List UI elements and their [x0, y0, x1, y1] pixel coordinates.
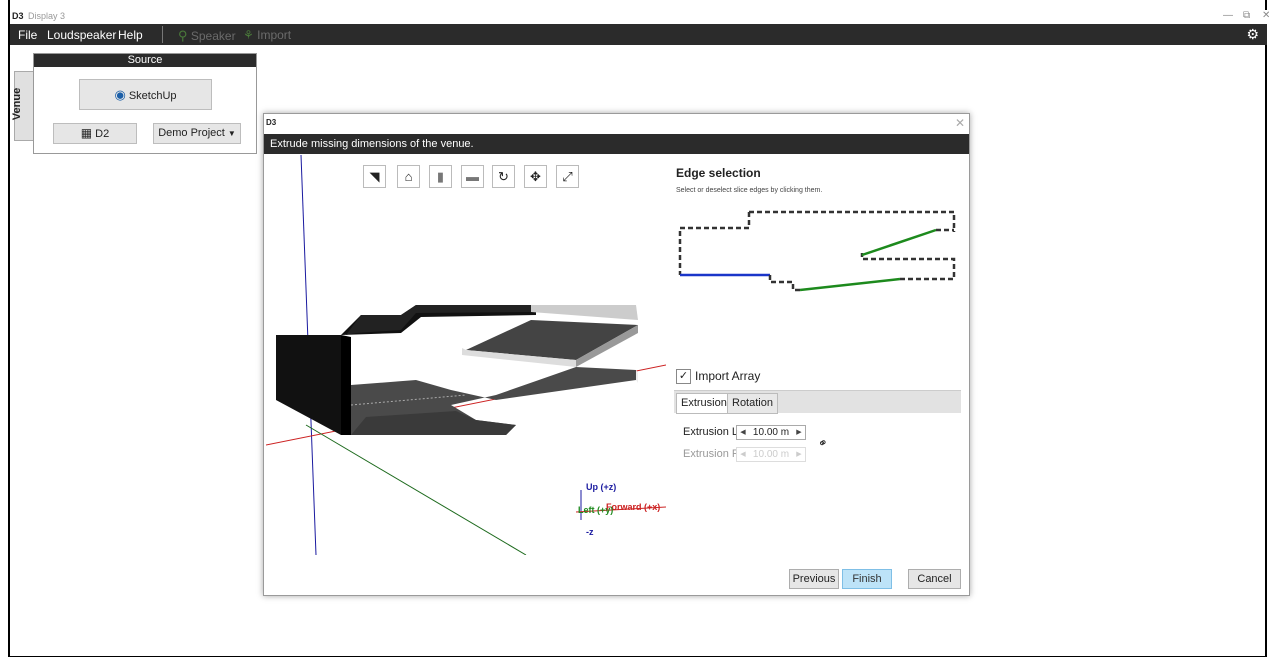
edge-slice-diagram[interactable] — [676, 204, 961, 304]
extrude-dialog: D3 ✕ Extrude missing dimensions of the v… — [263, 113, 970, 596]
sketchup-label: SketchUp — [128, 90, 177, 102]
import-array-label: Import Array — [695, 369, 761, 383]
link-icon[interactable]: ⚭ — [815, 434, 831, 451]
rotate-icon: ↻ — [498, 169, 509, 184]
gear-icon[interactable]: ⚙ — [1246, 26, 1259, 43]
source-header: Source — [34, 54, 256, 67]
increment-icon[interactable]: ▶ — [794, 426, 804, 439]
close-icon[interactable]: ✕ — [1262, 10, 1269, 21]
tab-bar: Extrusion Rotation — [674, 390, 961, 414]
edge-floor-green[interactable] — [799, 277, 901, 292]
floor-edge — [636, 370, 638, 383]
edge-selection-title: Edge selection — [676, 166, 761, 180]
tab-extrusion[interactable]: Extrusion — [676, 393, 732, 414]
dialog-logo: D3 — [266, 118, 277, 127]
extrusion-l-stepper[interactable]: ◀ 10.00 m ▶ — [736, 425, 806, 440]
menu-separator — [162, 26, 163, 43]
expand-icon: ⤢ — [562, 169, 573, 184]
speaker-label: Speaker — [190, 29, 236, 43]
dialog-header: Extrude missing dimensions of the venue. — [264, 134, 969, 154]
fit-button[interactable]: ⤢ — [556, 165, 579, 188]
extrusion-r-stepper[interactable]: ◀ 10.00 m ▶ — [736, 447, 806, 462]
move-icon: ✥ — [530, 169, 541, 184]
import-array-checkbox[interactable]: ✓ Import Array — [676, 369, 761, 385]
pan-button[interactable]: ✥ — [524, 165, 547, 188]
view-perspective-button[interactable]: ◥ — [363, 165, 386, 188]
dialog-titlebar: D3 ✕ — [264, 114, 969, 134]
menu-bar: File Loudspeaker Help ⚲ Speaker ⚘ Import… — [10, 24, 1267, 45]
edge-selection-subtitle: Select or deselect slice edges by clicki… — [676, 187, 823, 194]
view-side-button[interactable]: ▮ — [429, 165, 452, 188]
import-label: Import — [257, 28, 292, 42]
tab-rotation[interactable]: Rotation — [727, 393, 778, 414]
side-tab-label: Venue — [11, 87, 24, 121]
finish-button[interactable]: Finish — [842, 569, 892, 589]
d2-label: D2 — [95, 128, 110, 140]
menu-loudspeaker[interactable]: Loudspeaker — [47, 28, 116, 42]
restore-icon[interactable]: ⧉ — [1243, 10, 1250, 21]
title-bar: D3 Display 3 — ⧉ ✕ — [10, 10, 1269, 24]
project-select[interactable]: Demo Project ▼ — [153, 123, 241, 144]
back-wall — [531, 305, 638, 320]
extrusion-l-value[interactable]: 10.00 m — [753, 427, 789, 438]
house-icon: ⌂ — [404, 169, 413, 184]
import-icon: ⚘ — [243, 28, 254, 42]
checkmark-icon: ✓ — [676, 369, 691, 385]
axis-down-label: -z — [586, 527, 594, 537]
source-panel: Source ◉ SketchUp ▦ D2 Demo Project ▼ — [33, 53, 257, 154]
app-logo: D3 — [12, 11, 24, 21]
perspective-view-icon: ◥ — [369, 169, 380, 184]
wall-edge — [341, 335, 351, 435]
top-view-icon: ▬ — [466, 169, 479, 184]
edge-step[interactable] — [768, 275, 800, 292]
top-wall — [346, 305, 531, 335]
cancel-button[interactable]: Cancel — [908, 569, 961, 589]
extrusion-r-label: Extrusion R — [683, 448, 740, 460]
increment-icon[interactable]: ▶ — [794, 448, 804, 461]
venue-3d-scene[interactable]: Up (+z) Forward (+x) Left (+y) -z — [266, 155, 666, 555]
sketchup-button[interactable]: ◉ SketchUp — [79, 79, 212, 110]
d2-icon: ▦ — [80, 126, 93, 140]
chevron-down-icon: ▼ — [227, 129, 236, 138]
view-front-button[interactable]: ⌂ — [397, 165, 420, 188]
menu-file[interactable]: File — [18, 28, 37, 42]
view-top-button[interactable]: ▬ — [461, 165, 484, 188]
previous-button[interactable]: Previous — [789, 569, 839, 589]
side-tab-venue[interactable]: Venue — [11, 71, 34, 141]
axis-up-label: Up (+z) — [586, 482, 616, 492]
3d-viewport[interactable]: Up (+z) Forward (+x) Left (+y) -z ◥ ⌂ ▮ … — [266, 155, 666, 555]
dialog-close-icon[interactable]: ✕ — [955, 116, 965, 130]
edge-left[interactable] — [678, 212, 751, 275]
project-label: Demo Project — [158, 127, 225, 139]
side-view-icon: ▮ — [436, 169, 445, 184]
sketchup-icon: ◉ — [114, 87, 126, 102]
app-title: Display 3 — [28, 11, 66, 21]
speaker-icon: ⚲ — [178, 28, 188, 43]
edge-top[interactable] — [749, 210, 956, 232]
minimize-icon[interactable]: — — [1223, 10, 1233, 21]
import-button[interactable]: ⚘ Import — [243, 28, 291, 42]
edge-balcony-green[interactable] — [861, 228, 937, 257]
axis-forward-label: Forward (+x) — [606, 502, 660, 512]
extrusion-r-value[interactable]: 10.00 m — [753, 449, 789, 460]
extrusion-l-label: Extrusion L — [683, 426, 739, 438]
menu-help[interactable]: Help — [118, 28, 143, 42]
decrement-icon[interactable]: ◀ — [738, 448, 748, 461]
decrement-icon[interactable]: ◀ — [738, 426, 748, 439]
d2-button[interactable]: ▦ D2 — [53, 123, 137, 144]
speaker-button[interactable]: ⚲ Speaker — [178, 28, 236, 44]
rotate-button[interactable]: ↻ — [492, 165, 515, 188]
y-axis-line — [305, 424, 527, 555]
edge-right[interactable] — [860, 253, 956, 281]
axis-left-label: Left (+y) — [578, 505, 613, 515]
